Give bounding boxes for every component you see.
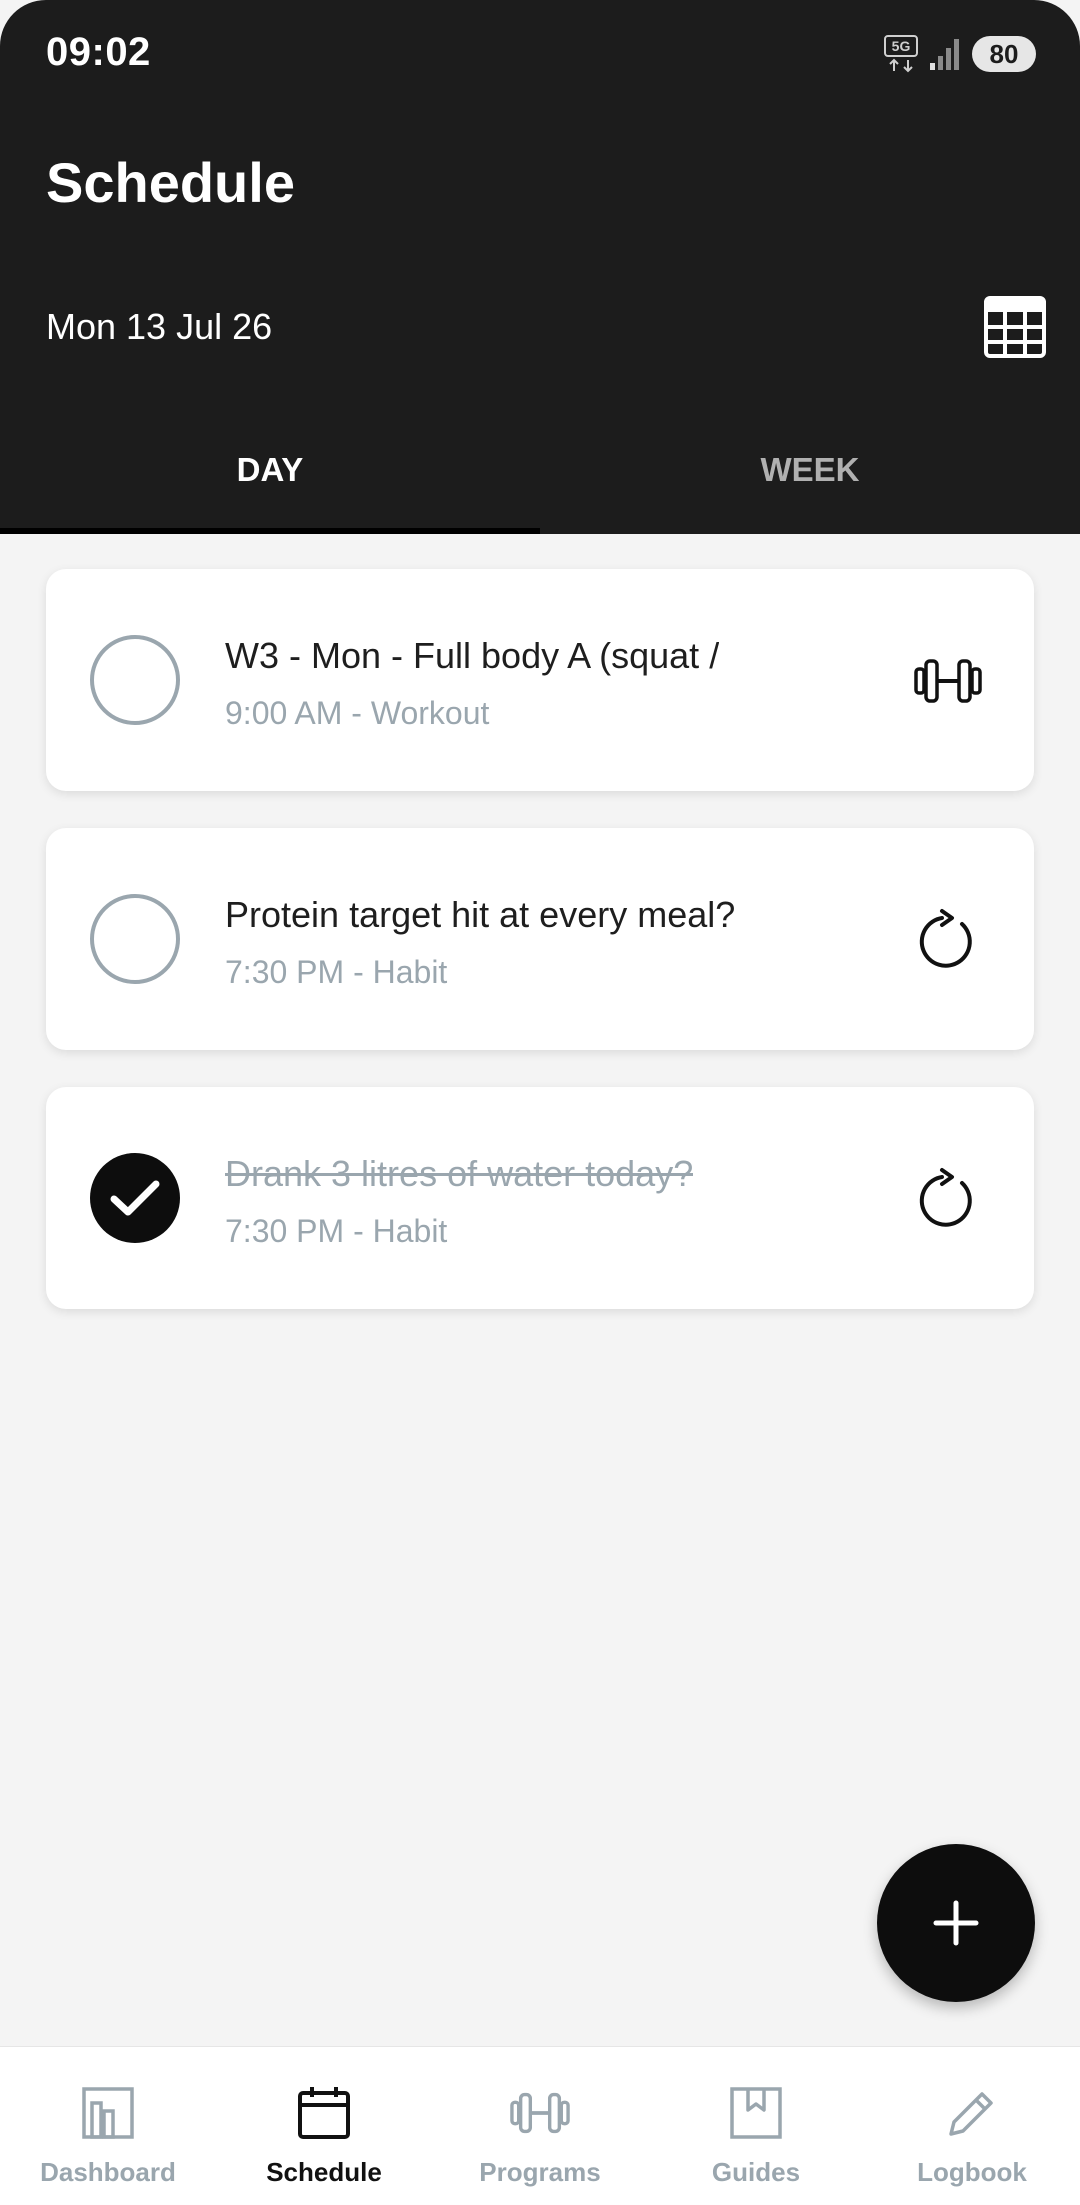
app-header: 09:02 5G 80 Schedule Mon 13 Jul 26 DAY W… xyxy=(0,0,1080,534)
item-subtitle: 9:00 AM - Workout xyxy=(225,695,490,731)
tab-selected-indicator xyxy=(0,528,540,534)
view-tabs: DAY WEEK xyxy=(0,420,1080,534)
network-5g-icon: 5G xyxy=(884,35,918,73)
plus-icon xyxy=(933,1900,979,1946)
bookmark-icon xyxy=(726,2083,786,2143)
repeat-icon xyxy=(912,1163,984,1235)
selected-date[interactable]: Mon 13 Jul 26 xyxy=(46,306,272,348)
calendar-grid-icon xyxy=(984,296,1046,358)
tab-week-label: WEEK xyxy=(760,451,860,488)
item-subtitle: 7:30 PM - Habit xyxy=(225,1213,448,1249)
complete-checkbox[interactable] xyxy=(90,635,180,725)
nav-label: Guides xyxy=(711,2157,801,2187)
dashboard-icon xyxy=(78,2083,138,2143)
item-title: W3 - Mon - Full body A (squat / xyxy=(225,635,720,676)
nav-item-logbook[interactable]: Logbook xyxy=(864,2047,1080,2205)
item-title: Protein target hit at every meal? xyxy=(225,894,736,935)
schedule-item[interactable]: Drank 3 litres of water today? 7:30 PM -… xyxy=(46,1087,1034,1309)
battery-indicator: 80 xyxy=(972,36,1036,72)
status-indicators: 5G 80 xyxy=(884,34,1036,74)
nav-item-schedule[interactable]: Schedule xyxy=(216,2047,432,2205)
page-title: Schedule xyxy=(46,151,295,214)
tab-day-label: DAY xyxy=(236,451,304,488)
calendar-view-button[interactable] xyxy=(982,294,1048,360)
item-subtitle: 7:30 PM - Habit xyxy=(225,954,448,990)
nav-label: Logbook xyxy=(917,2157,1027,2187)
nav-label: Dashboard xyxy=(40,2157,176,2187)
status-time: 09:02 xyxy=(46,30,151,74)
signal-icon xyxy=(930,39,959,70)
repeat-icon xyxy=(912,904,984,976)
network-label: 5G xyxy=(892,38,911,54)
complete-checkbox[interactable] xyxy=(90,894,180,984)
nav-item-guides[interactable]: Guides xyxy=(648,2047,864,2205)
nav-label: Programs xyxy=(479,2157,601,2187)
bottom-navigation: Dashboard Schedule Programs Guides Logbo… xyxy=(0,2046,1080,2205)
pencil-icon xyxy=(942,2083,1002,2143)
checkmark-icon xyxy=(110,1180,160,1216)
nav-item-dashboard[interactable]: Dashboard xyxy=(0,2047,216,2205)
add-item-button[interactable] xyxy=(877,1844,1035,2002)
nav-label: Schedule xyxy=(266,2157,382,2187)
tab-week[interactable]: WEEK xyxy=(540,420,1080,534)
schedule-item[interactable]: Protein target hit at every meal? 7:30 P… xyxy=(46,828,1034,1050)
schedule-screen: 09:02 5G 80 Schedule Mon 13 Jul 26 DAY W… xyxy=(0,0,1080,2205)
item-title: Drank 3 litres of water today? xyxy=(225,1153,694,1194)
nav-item-programs[interactable]: Programs xyxy=(432,2047,648,2205)
dumbbell-icon xyxy=(912,645,984,717)
dumbbell-icon xyxy=(510,2083,570,2143)
complete-checkbox-checked[interactable] xyxy=(90,1153,180,1243)
schedule-item[interactable]: W3 - Mon - Full body A (squat / 9:00 AM … xyxy=(46,569,1034,791)
tab-day[interactable]: DAY xyxy=(0,420,540,534)
calendar-icon xyxy=(294,2083,354,2143)
